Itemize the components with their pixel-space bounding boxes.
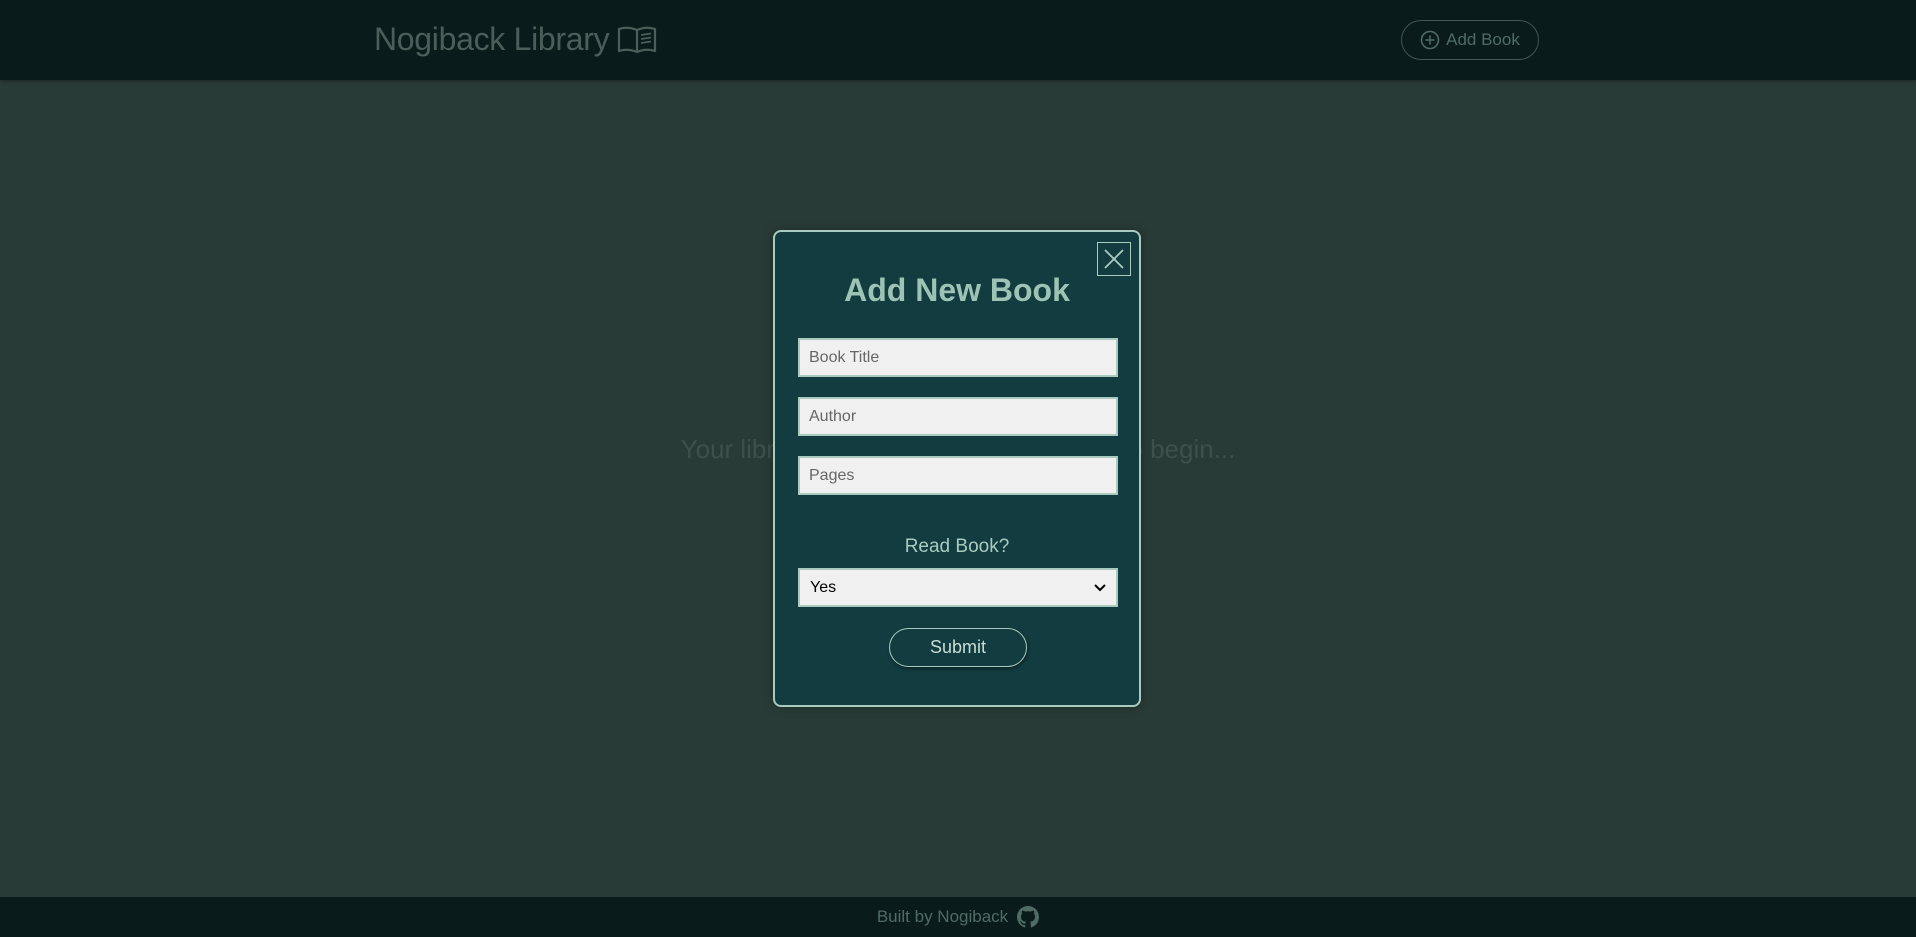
- modal-title: Add New Book: [844, 272, 1070, 308]
- book-title-input[interactable]: [798, 338, 1118, 377]
- read-book-select[interactable]: Yes: [798, 568, 1118, 607]
- site-footer: Built by Nogiback: [0, 897, 1916, 937]
- github-icon[interactable]: [1017, 906, 1040, 928]
- plus-circle-icon: [1420, 30, 1440, 50]
- read-book-selected-value: Yes: [810, 578, 837, 596]
- read-book-label: Read Book?: [904, 536, 1010, 557]
- site-logo[interactable]: Nogiback Library: [374, 18, 657, 60]
- footer-credit: Built by Nogiback: [876, 907, 1009, 926]
- add-book-modal: Add New Book Read Book? Yes Submit: [773, 230, 1141, 707]
- chevron-down-icon: [1094, 583, 1106, 591]
- close-icon: [1104, 249, 1124, 269]
- open-book-icon: [618, 26, 657, 54]
- pages-input[interactable]: [798, 456, 1118, 495]
- logo-text: Nogiback Library: [374, 20, 610, 57]
- site-header: Nogiback Library Add Book: [0, 0, 1916, 80]
- submit-button[interactable]: Submit: [889, 628, 1027, 667]
- author-input[interactable]: [798, 397, 1118, 436]
- add-book-button[interactable]: Add Book: [1401, 20, 1539, 60]
- add-book-label: Add Book: [1446, 30, 1520, 49]
- close-modal-button[interactable]: [1097, 242, 1131, 276]
